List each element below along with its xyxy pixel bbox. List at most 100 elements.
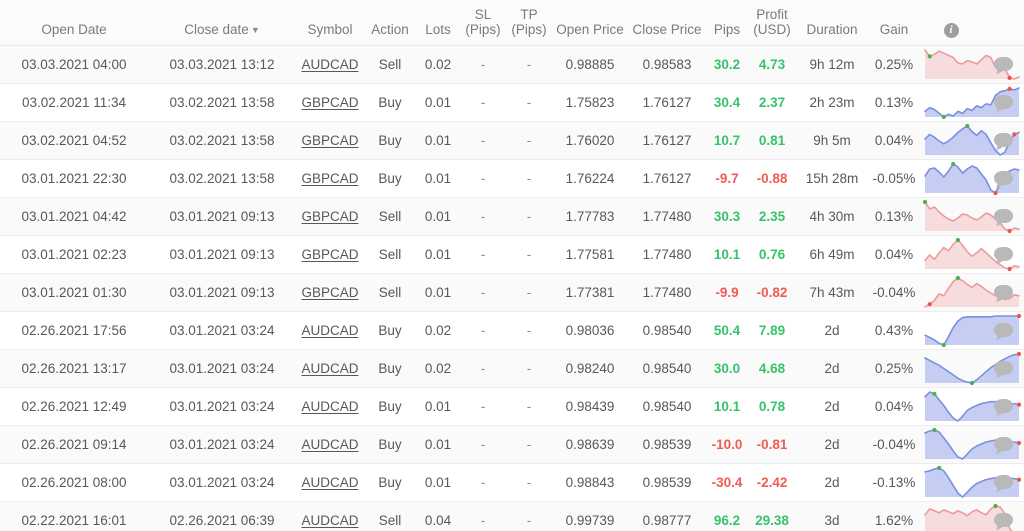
col-open-price[interactable]: Open Price — [552, 0, 628, 46]
table-row[interactable]: 02.26.2021 13:17 03.01.2021 03:24 AUDCAD Bu… — [0, 349, 1024, 388]
cell-sparkline-chart[interactable] — [920, 387, 1022, 426]
symbol-link[interactable]: AUDCAD — [301, 57, 358, 72]
comment-bubble-icon[interactable] — [993, 513, 1013, 527]
cell-sparkline-chart[interactable] — [920, 425, 1022, 464]
cell-symbol[interactable]: GBPCAD — [296, 235, 364, 274]
cell-action: Buy — [364, 387, 416, 426]
cell-symbol[interactable]: AUDCAD — [296, 349, 364, 388]
cell-sparkline-chart[interactable] — [920, 501, 1013, 531]
cell-sparkline-chart[interactable] — [920, 197, 1020, 236]
table-row[interactable]: 02.22.2021 16:01 02.26.2021 06:39 AUDCAD Se… — [0, 501, 1024, 531]
comment-bubble-icon[interactable] — [993, 247, 1013, 261]
table-row[interactable]: 03.01.2021 01:30 03.01.2021 09:13 GBPCAD Se… — [0, 273, 1024, 312]
cell-gain: -0.13% — [868, 463, 920, 502]
cell-symbol[interactable]: AUDCAD — [296, 311, 364, 350]
symbol-link[interactable]: AUDCAD — [301, 513, 358, 528]
symbol-link[interactable]: AUDCAD — [301, 399, 358, 414]
cell-duration: 2h 23m — [796, 83, 868, 122]
cell-gain: 0.04% — [868, 387, 920, 426]
sort-descending-icon[interactable]: ▼ — [251, 25, 260, 35]
table-row[interactable]: 03.01.2021 22:30 03.02.2021 13:58 GBPCAD Bu… — [0, 159, 1024, 198]
comment-bubble-icon[interactable] — [993, 323, 1013, 337]
cell-symbol[interactable]: AUDCAD — [296, 45, 364, 84]
col-sl-pips[interactable]: SL (Pips) — [460, 0, 506, 46]
cell-gain: 0.43% — [868, 311, 920, 350]
cell-sparkline-chart[interactable] — [920, 349, 1022, 388]
cell-close-date: 03.03.2021 13:12 — [148, 45, 296, 84]
cell-symbol[interactable]: GBPCAD — [296, 83, 364, 122]
cell-symbol[interactable]: GBPCAD — [296, 273, 364, 312]
comment-bubble-icon[interactable] — [993, 171, 1013, 185]
symbol-link[interactable]: GBPCAD — [301, 171, 358, 186]
symbol-link[interactable]: GBPCAD — [301, 209, 358, 224]
info-icon[interactable]: i — [943, 22, 959, 38]
cell-sparkline-chart[interactable] — [920, 235, 1020, 274]
cell-symbol[interactable]: AUDCAD — [296, 425, 364, 464]
symbol-link[interactable]: AUDCAD — [301, 475, 358, 490]
cell-symbol[interactable]: GBPCAD — [296, 197, 364, 236]
comment-bubble-icon[interactable] — [993, 95, 1013, 109]
cell-sl-pips: - — [460, 83, 506, 122]
cell-sparkline-chart[interactable] — [920, 83, 1020, 122]
cell-symbol[interactable]: AUDCAD — [296, 501, 364, 531]
comment-bubble-icon[interactable] — [993, 133, 1013, 147]
col-lots[interactable]: Lots — [416, 0, 460, 46]
table-row[interactable]: 02.26.2021 17:56 03.01.2021 03:24 AUDCAD Bu… — [0, 311, 1024, 350]
cell-open-date: 02.26.2021 09:14 — [0, 425, 148, 464]
col-note[interactable] — [982, 0, 1024, 46]
col-chart[interactable]: i — [920, 0, 982, 46]
cell-pips: 30.0 — [706, 349, 748, 388]
symbol-link[interactable]: GBPCAD — [301, 95, 358, 110]
table-row[interactable]: 02.26.2021 12:49 03.01.2021 03:24 AUDCAD Bu… — [0, 387, 1024, 426]
cell-sparkline-chart[interactable] — [920, 463, 1022, 502]
col-tp-pips[interactable]: TP (Pips) — [506, 0, 552, 46]
cell-sparkline-chart[interactable] — [920, 311, 1022, 350]
comment-bubble-icon[interactable] — [993, 209, 1013, 223]
col-gain[interactable]: Gain — [868, 0, 920, 46]
comment-bubble-icon[interactable] — [993, 437, 1013, 451]
cell-profit-usd: 2.35 — [748, 197, 796, 236]
comment-bubble-icon[interactable] — [993, 57, 1013, 71]
symbol-link[interactable]: GBPCAD — [301, 247, 358, 262]
cell-open-date: 02.26.2021 13:17 — [0, 349, 148, 388]
cell-lots: 0.01 — [416, 273, 460, 312]
comment-bubble-icon[interactable] — [993, 361, 1013, 375]
col-action[interactable]: Action — [364, 0, 416, 46]
table-row[interactable]: 03.02.2021 04:52 03.02.2021 13:58 GBPCAD Bu… — [0, 121, 1024, 160]
cell-sparkline-chart[interactable] — [920, 159, 1020, 198]
cell-symbol[interactable]: GBPCAD — [296, 121, 364, 160]
cell-close-date: 03.01.2021 03:24 — [148, 311, 296, 350]
cell-symbol[interactable]: AUDCAD — [296, 387, 364, 426]
symbol-link[interactable]: GBPCAD — [301, 133, 358, 148]
table-row[interactable]: 02.26.2021 08:00 03.01.2021 03:24 AUDCAD Bu… — [0, 463, 1024, 502]
cell-symbol[interactable]: GBPCAD — [296, 159, 364, 198]
table-row[interactable]: 03.01.2021 04:42 03.01.2021 09:13 GBPCAD Se… — [0, 197, 1024, 236]
table-row[interactable]: 03.03.2021 04:00 03.03.2021 13:12 AUDCAD Se… — [0, 45, 1024, 84]
cell-symbol[interactable]: AUDCAD — [296, 463, 364, 502]
table-row[interactable]: 02.26.2021 09:14 03.01.2021 03:24 AUDCAD Bu… — [0, 425, 1024, 464]
symbol-link[interactable]: GBPCAD — [301, 285, 358, 300]
cell-sparkline-chart[interactable] — [920, 45, 1020, 84]
comment-bubble-icon[interactable] — [993, 399, 1013, 413]
cell-sparkline-chart[interactable] — [920, 121, 1020, 160]
table-row[interactable]: 03.01.2021 02:23 03.01.2021 09:13 GBPCAD Se… — [0, 235, 1024, 274]
comment-bubble-icon[interactable] — [993, 285, 1013, 299]
comment-bubble-icon[interactable] — [993, 475, 1013, 489]
table-row[interactable]: 03.02.2021 11:34 03.02.2021 13:58 GBPCAD Bu… — [0, 83, 1024, 122]
col-duration[interactable]: Duration — [796, 0, 868, 46]
col-open-date[interactable]: Open Date — [0, 0, 148, 46]
col-pips[interactable]: Pips — [706, 0, 748, 46]
symbol-link[interactable]: AUDCAD — [301, 437, 358, 452]
symbol-link[interactable]: AUDCAD — [301, 361, 358, 376]
symbol-link[interactable]: AUDCAD — [301, 323, 358, 338]
cell-pips: 10.1 — [706, 387, 748, 426]
cell-open-date: 02.26.2021 17:56 — [0, 311, 148, 350]
cell-sparkline-chart[interactable] — [920, 273, 1020, 312]
cell-tp-pips: - — [506, 45, 552, 84]
col-profit-usd[interactable]: Profit (USD) — [748, 0, 796, 46]
cell-close-price: 0.98540 — [628, 387, 706, 426]
col-close-price[interactable]: Close Price — [628, 0, 706, 46]
col-symbol[interactable]: Symbol — [296, 0, 364, 46]
col-close-date[interactable]: Close date ▼ — [148, 0, 296, 46]
trading-history-table: Open Date Close date ▼ Symbol Action Lots SL (P… — [0, 0, 1024, 531]
